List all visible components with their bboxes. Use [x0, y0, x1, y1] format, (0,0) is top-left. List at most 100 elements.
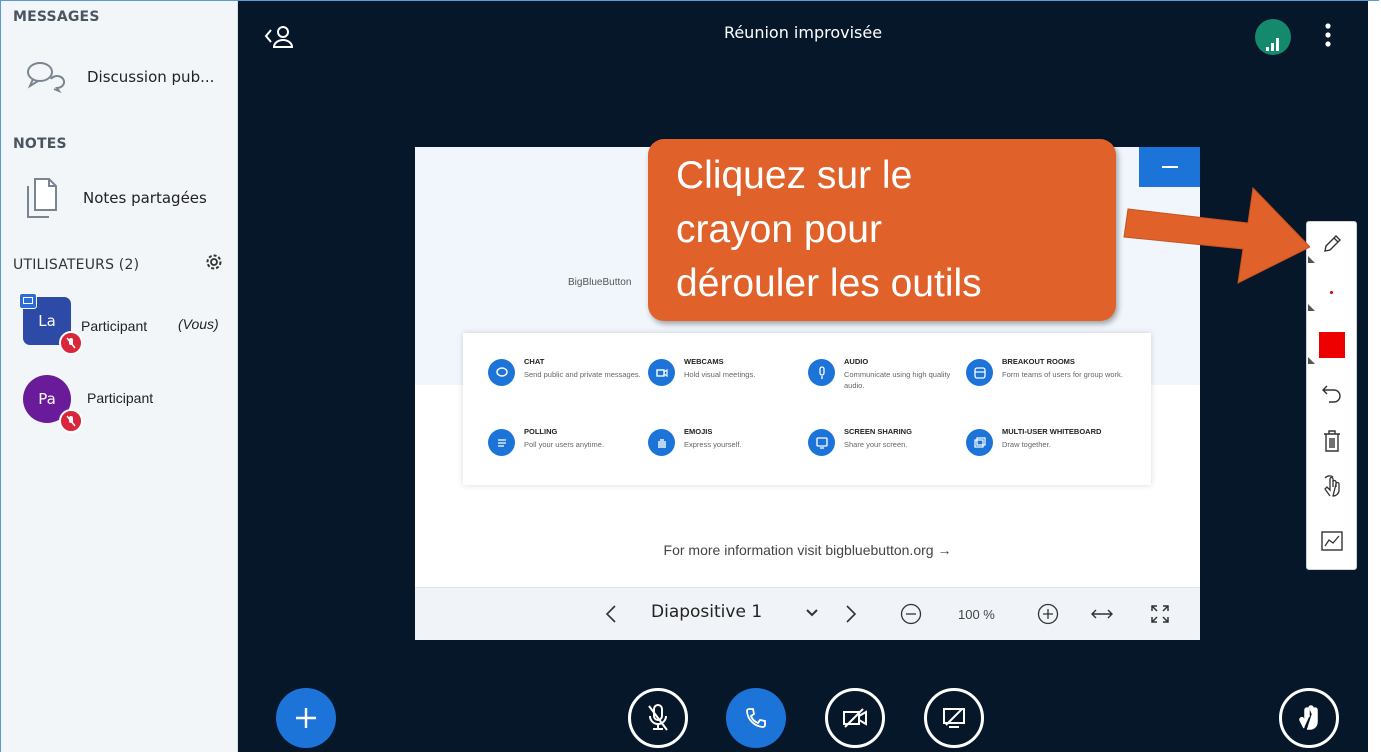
undo-button[interactable]: [1307, 374, 1356, 414]
phone-icon: [746, 708, 766, 728]
user-list-panel: MESSAGES Discussion pub... NOTES Notes p…: [1, 1, 238, 752]
thickness-dot-icon: [1330, 290, 1333, 294]
gear-icon[interactable]: [204, 252, 224, 272]
minus-icon: [1161, 166, 1178, 168]
raise-hand-button[interactable]: [1279, 688, 1339, 748]
more-info-text: For more information visit bigbluebutton…: [663, 542, 952, 558]
leave-audio-button[interactable]: [726, 688, 786, 748]
webcam-off-icon: [843, 708, 867, 728]
presentation-toolbar: Diapositive 1 100 %: [415, 587, 1200, 640]
chevron-left-icon: [605, 605, 616, 623]
features-card: CHAT Send public and private messages. W…: [463, 333, 1151, 485]
shared-notes-label: Notes partagées: [83, 189, 207, 207]
fit-width-button[interactable]: [1090, 602, 1114, 626]
whiteboard-toolbar: [1306, 221, 1357, 570]
thickness-tool-button[interactable]: [1307, 272, 1356, 312]
fullscreen-button[interactable]: [1148, 602, 1172, 626]
feature-desc: Communicate using high quality audio.: [844, 370, 951, 390]
color-swatch-icon: [1318, 332, 1345, 358]
avatar-initials: La: [38, 312, 56, 330]
pencil-icon: [1323, 235, 1341, 252]
feature-desc: Draw together.: [1002, 440, 1051, 449]
feature-item: WEBCAMS Hold visual meetings.: [648, 357, 813, 407]
next-slide-button[interactable]: [841, 600, 861, 628]
you-label: (Vous): [178, 316, 219, 332]
feature-desc: Poll your users anytime.: [524, 440, 605, 449]
callout-line: Cliquez sur le: [676, 154, 913, 197]
line-chart-icon: [1320, 531, 1343, 551]
zoom-out-button[interactable]: [899, 602, 923, 626]
meeting-title: Réunion improvisée: [723, 23, 883, 42]
feature-item: CHAT Send public and private messages.: [488, 357, 653, 407]
feature-title: SCREEN SHARING: [844, 427, 912, 436]
share-screen-button[interactable]: [924, 688, 984, 748]
zoom-in-icon: [1037, 603, 1059, 625]
chevron-right-icon: [846, 605, 857, 623]
zoom-in-button[interactable]: [1036, 602, 1060, 626]
multi-user-hand-icon: [1323, 475, 1340, 497]
fullscreen-icon: [1151, 605, 1169, 623]
previous-slide-button[interactable]: [601, 600, 621, 628]
feature-item: MULTI-USER WHITEBOARD Draw together.: [966, 427, 1131, 477]
hand-icon: [1299, 705, 1318, 730]
notes-title: NOTES: [13, 136, 67, 152]
pencil-tool-button[interactable]: [1307, 224, 1356, 264]
public-chat-label: Discussion pub...: [87, 68, 215, 86]
palm-rejection-button[interactable]: [1307, 521, 1356, 561]
whiteboard-icon: [966, 429, 993, 456]
zoom-out-icon: [900, 603, 922, 625]
feature-title: WEBCAMS: [684, 357, 724, 366]
avatar-initials: Pa: [38, 390, 56, 408]
feature-item: AUDIO Communicate using high quality aud…: [808, 357, 973, 407]
share-webcam-button[interactable]: [825, 688, 885, 748]
color-tool-button[interactable]: [1307, 325, 1356, 365]
right-edge-strip: [1368, 1, 1379, 752]
feature-desc: Share your screen.: [844, 440, 908, 449]
poll-icon: [488, 429, 515, 456]
public-chat-item[interactable]: Discussion pub...: [25, 59, 214, 95]
slide-brand-text: BigBlueButton: [568, 277, 632, 288]
more-options-icon[interactable]: [1322, 21, 1334, 51]
user-list-item[interactable]: Pa Participant: [23, 375, 233, 433]
chat-icon: [27, 62, 65, 94]
feature-title: BREAKOUT ROOMS: [1002, 357, 1075, 366]
feature-item: POLLING Poll your users anytime.: [488, 427, 653, 477]
feature-desc: Hold visual meetings.: [684, 370, 756, 379]
user-list-item[interactable]: La Participant (Vous): [19, 293, 233, 355]
hand-icon: [648, 429, 675, 456]
user-name: Participant: [81, 318, 148, 334]
webcam-icon: [648, 359, 675, 386]
unmute-button[interactable]: [628, 688, 688, 748]
plus-icon: [296, 708, 316, 728]
callout-arrow-icon: [1123, 186, 1310, 284]
shared-notes-item[interactable]: Notes partagées: [25, 176, 207, 220]
rooms-icon: [966, 359, 993, 386]
muted-mic-icon: [59, 409, 83, 433]
slide-select[interactable]: Diapositive 1: [651, 602, 762, 622]
feature-title: EMOJIS: [684, 427, 713, 436]
mic-off-icon: [648, 704, 668, 731]
feature-desc: Form teams of users for group work.: [1002, 370, 1123, 379]
callout-line: crayon pour: [676, 208, 882, 251]
screen-icon: [808, 429, 835, 456]
mic-icon: [808, 359, 835, 386]
fit-width-icon: [1091, 609, 1113, 619]
feature-item: SCREEN SHARING Share your screen.: [808, 427, 973, 477]
screen-share-off-icon: [943, 708, 965, 728]
feature-title: CHAT: [524, 357, 545, 366]
feature-item: BREAKOUT ROOMS Form teams of users for g…: [966, 357, 1131, 407]
feature-desc: Express yourself.: [684, 440, 742, 449]
feature-title: MULTI-USER WHITEBOARD: [1002, 427, 1102, 436]
tutorial-callout: Cliquez sur le crayon pour dérouler les …: [648, 139, 1116, 321]
clear-all-button[interactable]: [1307, 421, 1356, 461]
minimize-presentation-button[interactable]: [1139, 147, 1200, 187]
trash-icon: [1323, 430, 1340, 452]
messages-title: MESSAGES: [13, 9, 100, 25]
feature-desc: Send public and private messages.: [524, 370, 641, 379]
notes-icon: [27, 178, 57, 218]
multi-user-button[interactable]: [1307, 467, 1356, 507]
actions-button[interactable]: [276, 688, 336, 748]
chevron-down-icon[interactable]: [805, 608, 819, 618]
user-name: Participant: [87, 390, 154, 406]
connection-status-button[interactable]: [1255, 19, 1291, 55]
